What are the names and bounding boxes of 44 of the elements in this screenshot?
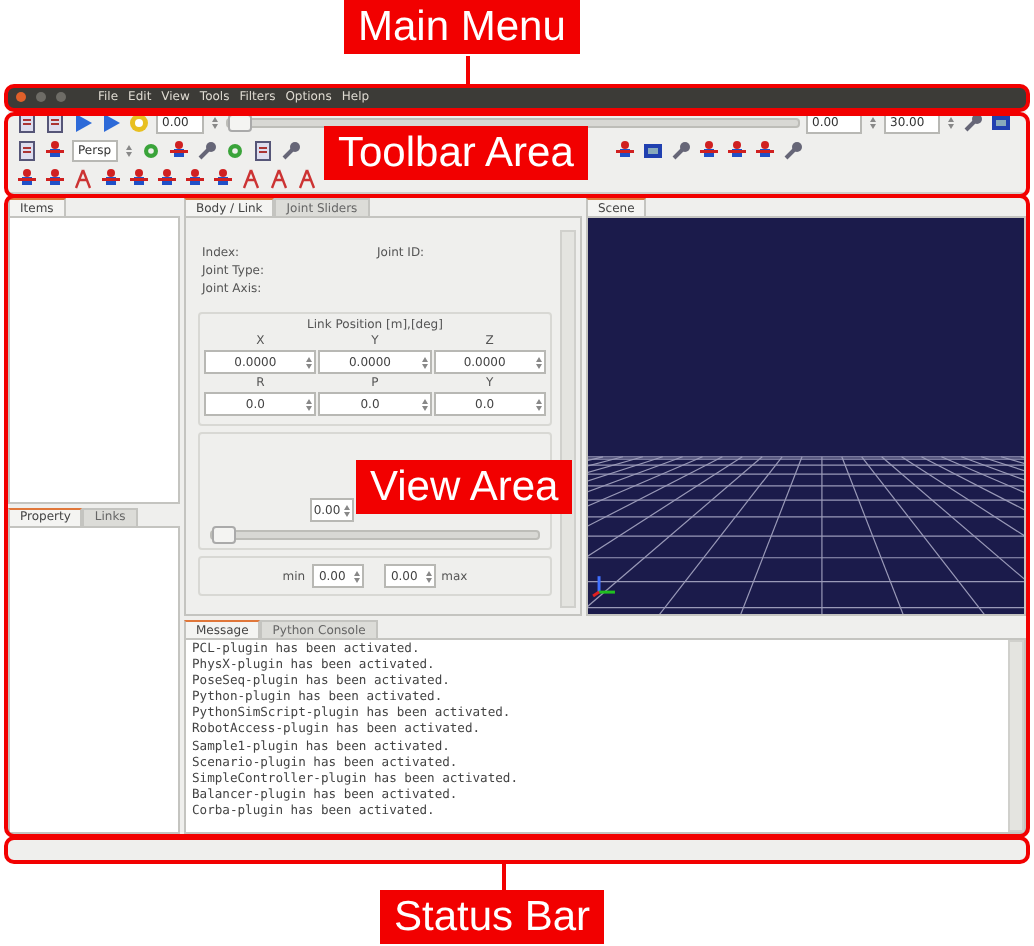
spinner-icon[interactable]: [123, 141, 133, 159]
robot-icon[interactable]: [156, 167, 178, 189]
spinner-icon[interactable]: [210, 113, 220, 131]
gear-icon[interactable]: [223, 139, 245, 161]
close-icon[interactable]: [16, 92, 26, 102]
annotation-label: Main Menu: [344, 0, 580, 54]
gear-icon[interactable]: [139, 139, 161, 161]
spinner-icon[interactable]: [342, 501, 352, 519]
wrench-icon[interactable]: [279, 139, 301, 161]
annotation-label: View Area: [356, 460, 573, 514]
robot-icon[interactable]: [613, 139, 635, 161]
robot-icon[interactable]: [100, 167, 122, 189]
axes-icon: [592, 576, 615, 598]
spinner-icon[interactable]: [533, 395, 544, 413]
spinner-icon[interactable]: [533, 353, 544, 371]
robot-icon[interactable]: [167, 139, 189, 161]
robot-icon[interactable]: [212, 167, 234, 189]
robot-icon[interactable]: [44, 167, 66, 189]
joint-slider[interactable]: [210, 530, 540, 540]
scene-view[interactable]: [586, 216, 1026, 616]
wrench-icon[interactable]: [962, 111, 984, 133]
wrench-icon[interactable]: [781, 139, 803, 161]
robot-icon[interactable]: [128, 167, 150, 189]
robot-icon[interactable]: [184, 167, 206, 189]
spinner-icon[interactable]: [351, 567, 362, 585]
robot-icon[interactable]: [16, 167, 38, 189]
leader-line: [502, 862, 506, 890]
power-icon[interactable]: [128, 111, 150, 133]
spinner-icon[interactable]: [423, 567, 434, 585]
page-icon[interactable]: [251, 139, 273, 161]
scrollbar[interactable]: [1008, 640, 1024, 832]
robot-icon[interactable]: [44, 139, 66, 161]
spinner-icon[interactable]: [946, 113, 956, 131]
robot-icon[interactable]: [697, 139, 719, 161]
robot-icon[interactable]: [725, 139, 747, 161]
wrench-icon[interactable]: [669, 139, 691, 161]
leader-line: [466, 56, 470, 86]
annotation-label: Status Bar: [380, 890, 605, 944]
robot-icon[interactable]: [753, 139, 775, 161]
screen-icon[interactable]: [641, 139, 663, 161]
page-icon[interactable]: [16, 139, 38, 161]
annotation-label: Toolbar Area: [324, 126, 588, 180]
wrench-icon[interactable]: [195, 139, 217, 161]
spinner-icon[interactable]: [868, 113, 878, 131]
